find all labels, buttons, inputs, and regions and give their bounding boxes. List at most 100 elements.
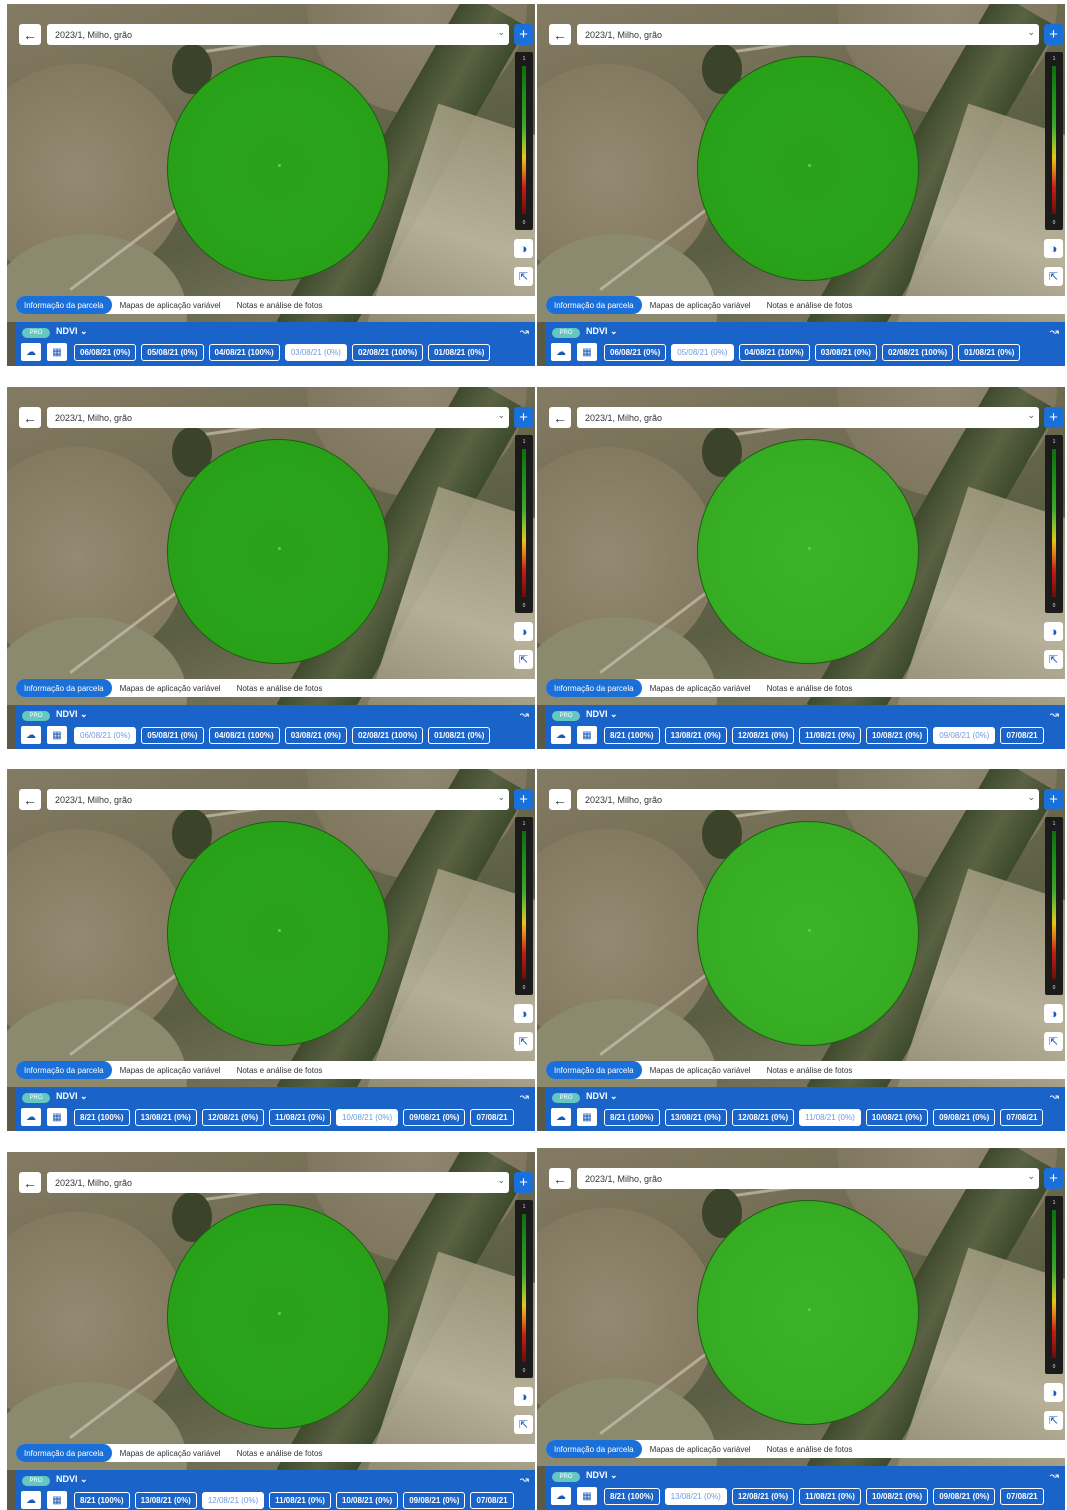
fit-bounds-button[interactable]: ⇱ (1044, 1411, 1063, 1430)
date-chip[interactable]: 12/08/21 (0%) (201, 1492, 265, 1509)
tab-variable-rate-maps[interactable]: Mapas de aplicação variável (642, 1440, 759, 1458)
satellite-map[interactable] (7, 4, 535, 322)
satellite-map[interactable] (537, 4, 1065, 322)
tab-notes-photos[interactable]: Notas e análise de fotos (229, 1061, 331, 1079)
date-chip[interactable]: 09/08/21 (0%) (403, 1492, 466, 1509)
date-chip[interactable]: 10/08/21 (0%) (865, 1488, 929, 1505)
satellite-map[interactable] (537, 1148, 1065, 1466)
date-chip[interactable]: 13/08/21 (0%) (664, 727, 727, 744)
fit-bounds-button[interactable]: ⇱ (514, 1415, 533, 1434)
date-chip[interactable]: 11/08/21 (0%) (269, 1492, 331, 1509)
satellite-map[interactable] (7, 769, 535, 1087)
contrast-button[interactable]: ◑ (1044, 1383, 1063, 1402)
tab-variable-rate-maps[interactable]: Mapas de aplicação variável (642, 296, 759, 314)
date-chip[interactable]: 13/08/21 (0%) (134, 1109, 197, 1126)
date-chip[interactable]: 06/08/21 (0%) (604, 344, 667, 361)
tab-parcel-info[interactable]: Informação da parcela (16, 679, 112, 697)
calendar-button[interactable]: ▦ (47, 726, 67, 744)
back-button[interactable]: ← (549, 24, 571, 45)
chart-icon[interactable]: ↝ (520, 1090, 529, 1103)
cloud-filter-button[interactable]: ☁ (551, 1487, 571, 1505)
date-chip[interactable]: 11/08/21 (0%) (799, 1488, 861, 1505)
date-chip[interactable]: 8/21 (100%) (604, 1488, 660, 1505)
chart-icon[interactable]: ↝ (520, 325, 529, 338)
fit-bounds-button[interactable]: ⇱ (514, 650, 533, 669)
add-button[interactable]: + (514, 407, 533, 428)
calendar-button[interactable]: ▦ (47, 343, 67, 361)
chart-icon[interactable]: ↝ (520, 1473, 529, 1486)
back-button[interactable]: ← (19, 407, 41, 428)
date-chip[interactable]: 07/08/21 (470, 1492, 514, 1509)
ndvi-parcel-overlay[interactable] (697, 56, 919, 281)
date-chip[interactable]: 07/08/21 (1000, 1109, 1044, 1126)
ndvi-parcel-overlay[interactable] (167, 56, 389, 281)
tab-notes-photos[interactable]: Notas e análise de fotos (759, 1440, 861, 1458)
date-chip[interactable]: 12/08/21 (0%) (731, 1488, 795, 1505)
back-button[interactable]: ← (19, 1172, 41, 1193)
cloud-filter-button[interactable]: ☁ (21, 726, 41, 744)
calendar-button[interactable]: ▦ (47, 1108, 67, 1126)
contrast-button[interactable]: ◑ (514, 1004, 533, 1023)
calendar-button[interactable]: ▦ (47, 1491, 67, 1509)
date-chip[interactable]: 01/08/21 (0%) (428, 727, 491, 744)
date-chip[interactable]: 10/08/21 (0%) (335, 1109, 399, 1126)
ndvi-parcel-overlay[interactable] (167, 821, 389, 1046)
add-button[interactable]: + (1044, 407, 1063, 428)
index-select[interactable]: NDVI ⌄ (586, 709, 618, 720)
crop-season-select[interactable]: 2023/1, Milho, grão ⌄ (577, 24, 1039, 45)
calendar-button[interactable]: ▦ (577, 1108, 597, 1126)
tab-notes-photos[interactable]: Notas e análise de fotos (759, 1061, 861, 1079)
date-chip[interactable]: 03/08/21 (0%) (284, 727, 347, 744)
tab-parcel-info[interactable]: Informação da parcela (546, 679, 642, 697)
date-chip[interactable]: 11/08/21 (0%) (269, 1109, 331, 1126)
date-chip[interactable]: 09/08/21 (0%) (933, 1109, 996, 1126)
add-button[interactable]: + (1044, 24, 1063, 45)
back-button[interactable]: ← (549, 1168, 571, 1189)
crop-season-select[interactable]: 2023/1, Milho, grão ⌄ (577, 407, 1039, 428)
fit-bounds-button[interactable]: ⇱ (1044, 1032, 1063, 1051)
fit-bounds-button[interactable]: ⇱ (514, 1032, 533, 1051)
tab-variable-rate-maps[interactable]: Mapas de aplicação variável (112, 296, 229, 314)
date-chip[interactable]: 04/08/21 (100%) (738, 344, 810, 361)
add-button[interactable]: + (514, 789, 533, 810)
date-chip[interactable]: 10/08/21 (0%) (335, 1492, 399, 1509)
date-chip[interactable]: 11/08/21 (0%) (799, 1109, 861, 1126)
date-chip[interactable]: 8/21 (100%) (604, 1109, 660, 1126)
contrast-button[interactable]: ◑ (514, 239, 533, 258)
back-button[interactable]: ← (549, 407, 571, 428)
chart-icon[interactable]: ↝ (1050, 1090, 1059, 1103)
date-chip[interactable]: 01/08/21 (0%) (428, 344, 491, 361)
tab-variable-rate-maps[interactable]: Mapas de aplicação variável (112, 679, 229, 697)
contrast-button[interactable]: ◑ (514, 622, 533, 641)
add-button[interactable]: + (514, 1172, 533, 1193)
ndvi-parcel-overlay[interactable] (167, 439, 389, 664)
tab-variable-rate-maps[interactable]: Mapas de aplicação variável (642, 679, 759, 697)
index-select[interactable]: NDVI ⌄ (586, 1091, 618, 1102)
crop-season-select[interactable]: 2023/1, Milho, grão ⌄ (47, 789, 509, 810)
date-chip[interactable]: 03/08/21 (0%) (814, 344, 877, 361)
calendar-button[interactable]: ▦ (577, 343, 597, 361)
add-button[interactable]: + (1044, 789, 1063, 810)
date-chip[interactable]: 07/08/21 (470, 1109, 514, 1126)
ndvi-parcel-overlay[interactable] (697, 821, 919, 1046)
add-button[interactable]: + (514, 24, 533, 45)
fit-bounds-button[interactable]: ⇱ (1044, 267, 1063, 286)
date-chip[interactable]: 12/08/21 (0%) (201, 1109, 265, 1126)
fit-bounds-button[interactable]: ⇱ (514, 267, 533, 286)
index-select[interactable]: NDVI ⌄ (586, 326, 618, 337)
index-select[interactable]: NDVI ⌄ (56, 709, 88, 720)
date-chip[interactable]: 8/21 (100%) (74, 1109, 130, 1126)
ndvi-parcel-overlay[interactable] (167, 1204, 389, 1429)
cloud-filter-button[interactable]: ☁ (21, 343, 41, 361)
tab-variable-rate-maps[interactable]: Mapas de aplicação variável (112, 1444, 229, 1462)
tab-notes-photos[interactable]: Notas e análise de fotos (229, 296, 331, 314)
date-chip[interactable]: 03/08/21 (0%) (284, 344, 347, 361)
contrast-button[interactable]: ◑ (1044, 622, 1063, 641)
crop-season-select[interactable]: 2023/1, Milho, grão ⌄ (47, 407, 509, 428)
date-chip[interactable]: 10/08/21 (0%) (865, 727, 929, 744)
satellite-map[interactable] (537, 769, 1065, 1087)
date-chip[interactable]: 13/08/21 (0%) (134, 1492, 197, 1509)
date-chip[interactable]: 05/08/21 (0%) (141, 344, 204, 361)
date-chip[interactable]: 06/08/21 (0%) (74, 727, 137, 744)
tab-parcel-info[interactable]: Informação da parcela (546, 1440, 642, 1458)
